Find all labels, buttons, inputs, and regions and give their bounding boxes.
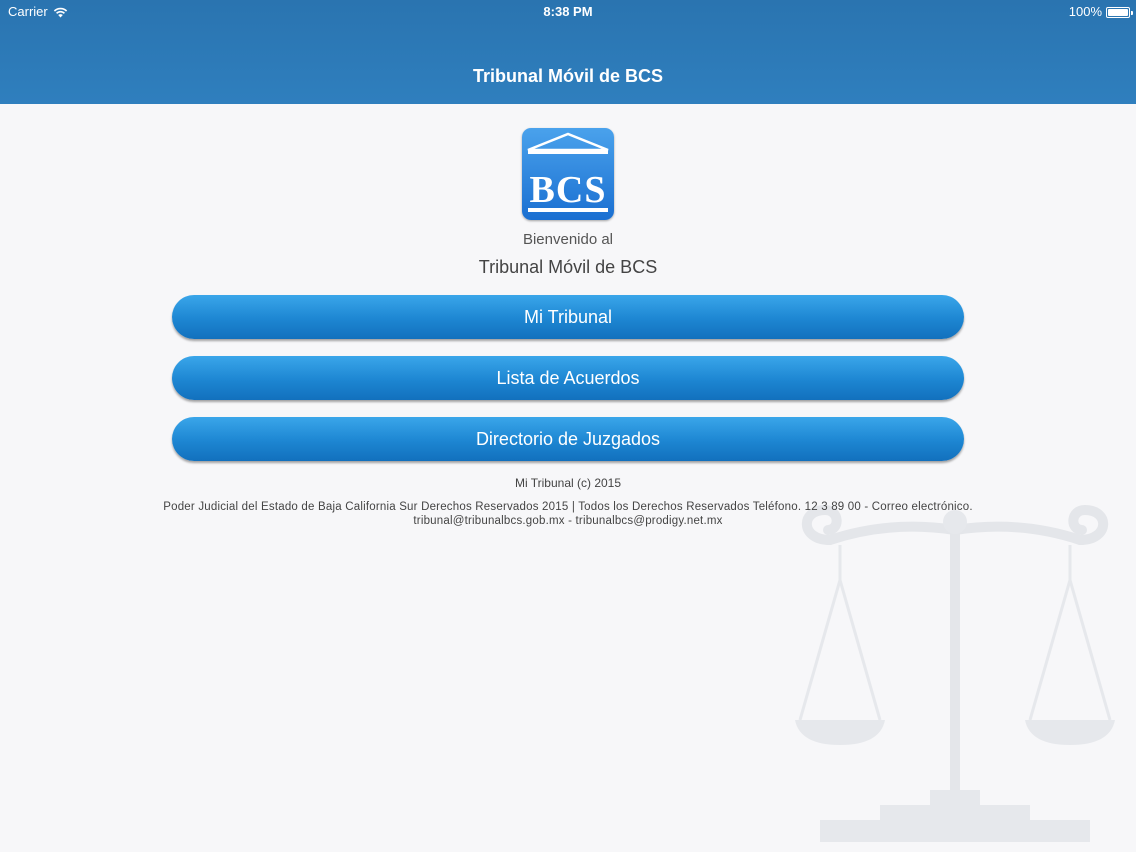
copyright-text: Mi Tribunal (c) 2015 [514,476,622,490]
status-time: 8:38 PM [543,4,593,19]
lista-de-acuerdos-button[interactable]: Lista de Acuerdos [172,356,964,400]
welcome-app-name: Tribunal Móvil de BCS [478,257,658,277]
wifi-icon [53,7,67,17]
page-title: Tribunal Móvil de BCS [472,66,664,86]
battery-icon [1106,6,1133,18]
bcs-courthouse-icon: BCS [527,132,609,212]
app-logo: BCS [522,128,614,220]
status-bar: Carrier 8:38 PM 100% [0,0,1136,24]
footer-info: Poder Judicial del Estado de Baja Califo… [110,500,1026,528]
directorio-de-juzgados-button[interactable]: Directorio de Juzgados [172,417,964,461]
carrier-label: Carrier [8,4,48,19]
footer-line-2: tribunal@tribunalbcs.gob.mx - tribunalbc… [413,515,723,527]
footer-line-1: Poder Judicial del Estado de Baja Califo… [163,501,973,513]
scales-of-justice-watermark-icon [795,504,1115,842]
battery-indicator: 100% [1068,0,1133,24]
carrier-indicator: Carrier [8,0,68,24]
mi-tribunal-button[interactable]: Mi Tribunal [172,295,964,339]
welcome-text: Bienvenido al [522,231,614,248]
battery-label: 100% [1068,4,1102,19]
navigation-bar: Carrier 8:38 PM 100% Tribunal Móvil de B… [0,0,1136,104]
logo-text: BCS [530,169,607,211]
